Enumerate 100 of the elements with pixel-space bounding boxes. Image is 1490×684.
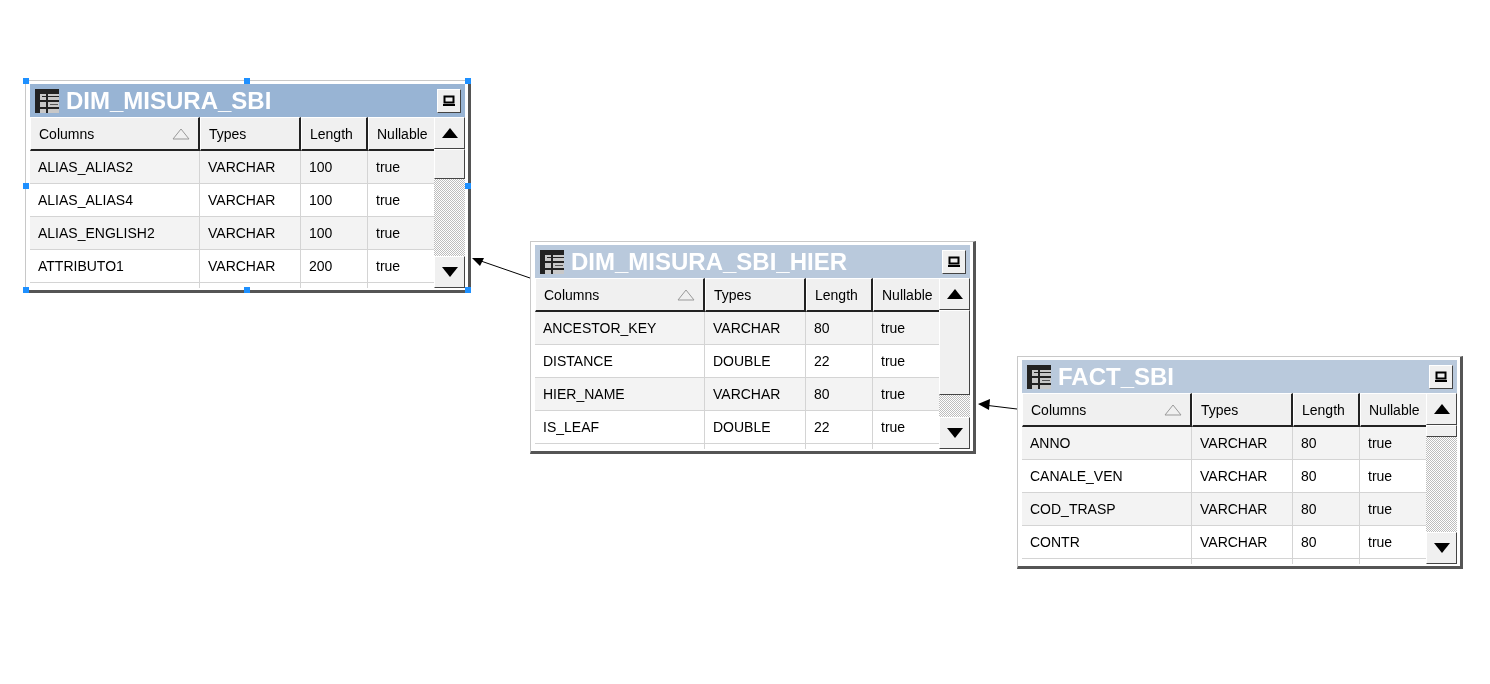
column-header[interactable]: Nullable	[368, 117, 434, 151]
selection-handle[interactable]	[23, 78, 29, 84]
table-cell: true	[368, 217, 434, 250]
down-triangle-icon	[441, 267, 458, 277]
column-header[interactable]: Types	[705, 278, 806, 312]
column-header[interactable]: Columns	[1022, 393, 1192, 427]
scrollbar[interactable]	[1426, 393, 1457, 564]
scrollbar[interactable]	[939, 278, 970, 449]
table-cell: VARCHAR	[1192, 427, 1293, 460]
table-cell: VARCHAR	[200, 151, 301, 184]
column-header[interactable]: Length	[301, 117, 368, 151]
down-triangle-icon	[1433, 543, 1450, 553]
table-cell: DISTANCE	[535, 345, 705, 378]
table-node[interactable]: FACT_SBI Columns Types Length Nullable ANNO VARCHAR 80 true CANALE_VEN VARCHAR 80 true COD_TRASP VARCHAR 80 true CONTR VARCHAR 80 true	[1017, 356, 1463, 569]
table-cell: HIER_NAME	[535, 378, 705, 411]
column-header[interactable]: Types	[1192, 393, 1293, 427]
table-cell: 80	[1293, 493, 1360, 526]
table-cell: ALIAS_ALIAS2	[30, 151, 200, 184]
selection-handle[interactable]	[465, 182, 471, 189]
sort-triangle-icon	[172, 127, 190, 140]
up-triangle-icon	[1433, 404, 1450, 414]
table-cell: true	[1360, 427, 1426, 460]
table-cell: 80	[1293, 427, 1360, 460]
table-name: DIM_MISURA_SBI	[66, 86, 273, 115]
restore-icon	[1435, 371, 1447, 382]
table-cell: VARCHAR	[1192, 493, 1293, 526]
up-triangle-icon	[441, 128, 458, 138]
scroll-thumb[interactable]	[434, 149, 465, 179]
table-cell: IS_LEAF	[535, 411, 705, 444]
connector-arrow	[472, 258, 531, 279]
table-cell: CANALE_VEN	[1022, 460, 1192, 493]
column-header[interactable]: Nullable	[1360, 393, 1426, 427]
table-cell: true	[368, 151, 434, 184]
table-icon	[34, 87, 60, 114]
selection-handle[interactable]	[23, 182, 29, 189]
table-cell: 80	[806, 378, 873, 411]
selection-handle[interactable]	[23, 287, 29, 293]
table-name: FACT_SBI	[1058, 362, 1175, 391]
column-header[interactable]: Length	[1293, 393, 1360, 427]
up-triangle-icon	[946, 289, 963, 299]
table-node[interactable]: DIM_MISURA_SBI Columns Types Length Nullable ALIAS_ALIAS2 VARCHAR 100 true ALIAS_ALIAS4 VARCHAR 100 true ALIAS_ENGLISH2 VARCHAR 100 true ATTRIBUTO1 VARCHAR 200 true	[25, 80, 471, 293]
table-icon	[539, 248, 565, 275]
table-cell: 80	[1293, 526, 1360, 559]
selection-handle[interactable]	[244, 287, 250, 293]
scroll-thumb[interactable]	[1426, 425, 1457, 437]
column-header[interactable]: Columns	[30, 117, 200, 151]
connector-arrow	[978, 399, 1018, 410]
table-cell: ANCESTOR_KEY	[535, 312, 705, 345]
table-cell: 80	[1293, 460, 1360, 493]
table-cell: true	[873, 378, 939, 411]
selection-handle[interactable]	[465, 78, 471, 84]
restore-icon	[948, 256, 960, 267]
table-cell: 200	[301, 250, 368, 283]
restore-button[interactable]	[942, 249, 966, 274]
table-cell: VARCHAR	[1192, 460, 1293, 493]
table-cell: VARCHAR	[705, 312, 806, 345]
scroll-thumb[interactable]	[939, 310, 970, 395]
table-cell: VARCHAR	[705, 378, 806, 411]
table-cell: true	[873, 312, 939, 345]
restore-button[interactable]	[1429, 364, 1453, 389]
table-node[interactable]: DIM_MISURA_SBI_HIER Columns Types Length Nullable ANCESTOR_KEY VARCHAR 80 true DISTANCE DOUBLE 22 true HIER_NAME VARCHAR 80 true IS_LEAF DOUBLE 22 true	[530, 241, 976, 454]
scrollbar[interactable]	[434, 117, 465, 288]
table-cell: VARCHAR	[200, 250, 301, 283]
table-cell: ALIAS_ENGLISH2	[30, 217, 200, 250]
table-cell: 100	[301, 217, 368, 250]
sort-triangle-icon	[1164, 403, 1182, 416]
table-cell: COD_TRASP	[1022, 493, 1192, 526]
table-cell: VARCHAR	[1192, 526, 1293, 559]
table-cell: DOUBLE	[705, 411, 806, 444]
selection-handle[interactable]	[244, 78, 250, 84]
scroll-down-button[interactable]	[1426, 532, 1457, 564]
table-cell: 22	[806, 411, 873, 444]
table-cell: ATTRIBUTO1	[30, 250, 200, 283]
table-cell: VARCHAR	[200, 217, 301, 250]
column-header-label: Columns	[39, 125, 95, 142]
table-name: DIM_MISURA_SBI_HIER	[571, 247, 849, 276]
column-header[interactable]: Types	[200, 117, 301, 151]
column-header[interactable]: Length	[806, 278, 873, 312]
selection-handle[interactable]	[465, 287, 471, 293]
scroll-up-button[interactable]	[434, 117, 465, 149]
restore-button[interactable]	[437, 88, 461, 113]
scroll-down-button[interactable]	[939, 417, 970, 449]
scroll-up-button[interactable]	[939, 278, 970, 310]
table-cell: VARCHAR	[200, 184, 301, 217]
restore-icon	[443, 95, 455, 106]
column-header[interactable]: Columns	[535, 278, 705, 312]
sort-triangle-icon	[677, 288, 695, 301]
table-cell: ANNO	[1022, 427, 1192, 460]
table-cell: 22	[806, 345, 873, 378]
scroll-down-button[interactable]	[434, 256, 465, 288]
column-header-label: Columns	[1031, 401, 1087, 418]
column-header[interactable]: Nullable	[873, 278, 939, 312]
table-cell: 100	[301, 151, 368, 184]
table-cell: ALIAS_ALIAS4	[30, 184, 200, 217]
down-triangle-icon	[946, 428, 963, 438]
column-header-label: Columns	[544, 286, 600, 303]
table-icon	[1026, 363, 1052, 390]
table-cell: 80	[806, 312, 873, 345]
scroll-up-button[interactable]	[1426, 393, 1457, 425]
table-cell: true	[1360, 493, 1426, 526]
